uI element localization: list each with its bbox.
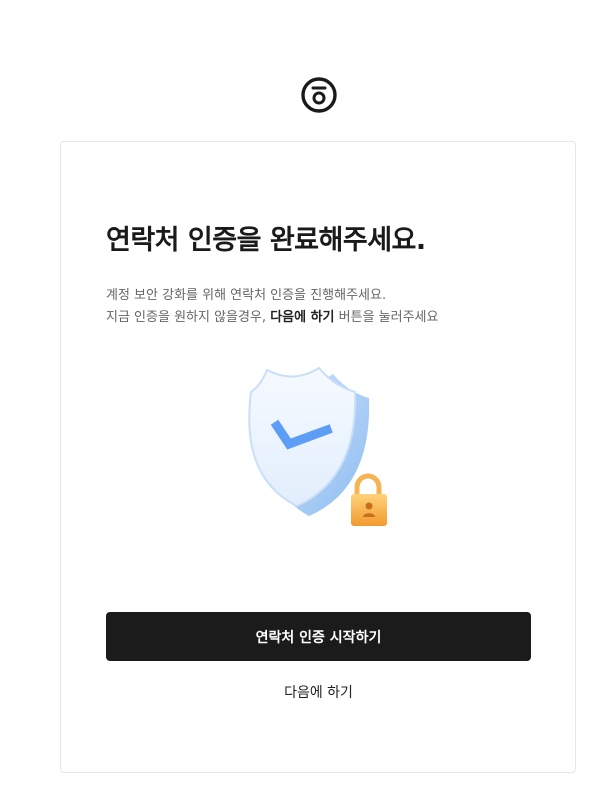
circle-logo-icon: [301, 77, 337, 113]
page: 연락처 인증을 완료해주세요. 계정 보안 강화를 위해 연락처 인증을 진행해…: [0, 0, 608, 802]
description-line-2-after: 버튼을 눌러주세요: [334, 310, 439, 325]
start-verification-button[interactable]: 연락처 인증 시작하기: [106, 612, 531, 661]
verification-card: 연락처 인증을 완료해주세요. 계정 보안 강화를 위해 연락처 인증을 진행해…: [60, 141, 576, 773]
description-line-2: 지금 인증을 원하지 않을경우, 다음에 하기 버튼을 눌러주세요: [106, 307, 438, 329]
description-line-1: 계정 보안 강화를 위해 연락처 인증을 진행해주세요.: [106, 288, 387, 303]
security-illustration: [248, 366, 387, 526]
padlock-icon: [351, 473, 387, 526]
description-line-2-before: 지금 인증을 원하지 않을경우,: [106, 310, 271, 325]
shield-check-icon: [248, 366, 370, 516]
do-it-later-link[interactable]: 다음에 하기: [106, 682, 531, 702]
description: 계정 보안 강화를 위해 연락처 인증을 진행해주세요. 지금 인증을 원하지 …: [106, 285, 438, 329]
description-line-2-strong: 다음에 하기: [270, 310, 335, 325]
page-title: 연락처 인증을 완료해주세요.: [106, 225, 426, 256]
